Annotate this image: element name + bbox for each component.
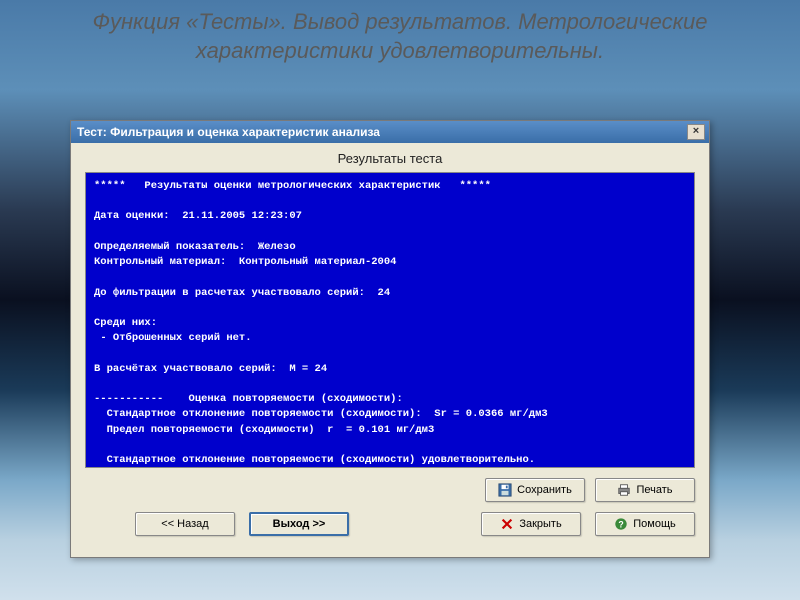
printer-icon: [617, 483, 631, 497]
question-icon: ?: [614, 517, 628, 531]
exit-label: Выход >>: [273, 518, 326, 530]
close-label: Закрыть: [519, 518, 561, 530]
svg-text:?: ?: [619, 520, 624, 530]
row-nav: << Назад Выход >> Закрыть ? Помощь: [85, 512, 695, 536]
x-icon: [500, 517, 514, 531]
titlebar-text: Тест: Фильтрация и оценка характеристик …: [77, 125, 687, 139]
exit-button[interactable]: Выход >>: [249, 512, 349, 536]
spacer: [363, 512, 467, 536]
close-icon[interactable]: ×: [687, 124, 705, 140]
row-save-print: Сохранить Печать: [85, 478, 695, 502]
report-panel: ***** Результаты оценки метрологических …: [85, 172, 695, 468]
help-label: Помощь: [633, 518, 676, 530]
floppy-icon: [498, 483, 512, 497]
dialog-window: Тест: Фильтрация и оценка характеристик …: [70, 120, 710, 558]
dialog-body: Результаты теста ***** Результаты оценки…: [71, 143, 709, 546]
print-label: Печать: [636, 484, 672, 496]
results-header: Результаты теста: [85, 151, 695, 166]
close-button[interactable]: Закрыть: [481, 512, 581, 536]
save-button[interactable]: Сохранить: [485, 478, 585, 502]
help-button[interactable]: ? Помощь: [595, 512, 695, 536]
save-label: Сохранить: [517, 484, 572, 496]
print-button[interactable]: Печать: [595, 478, 695, 502]
back-label: << Назад: [161, 518, 208, 530]
slide-title: Функция «Тесты». Вывод результатов. Метр…: [0, 8, 800, 65]
back-button[interactable]: << Назад: [135, 512, 235, 536]
titlebar[interactable]: Тест: Фильтрация и оценка характеристик …: [71, 121, 709, 143]
